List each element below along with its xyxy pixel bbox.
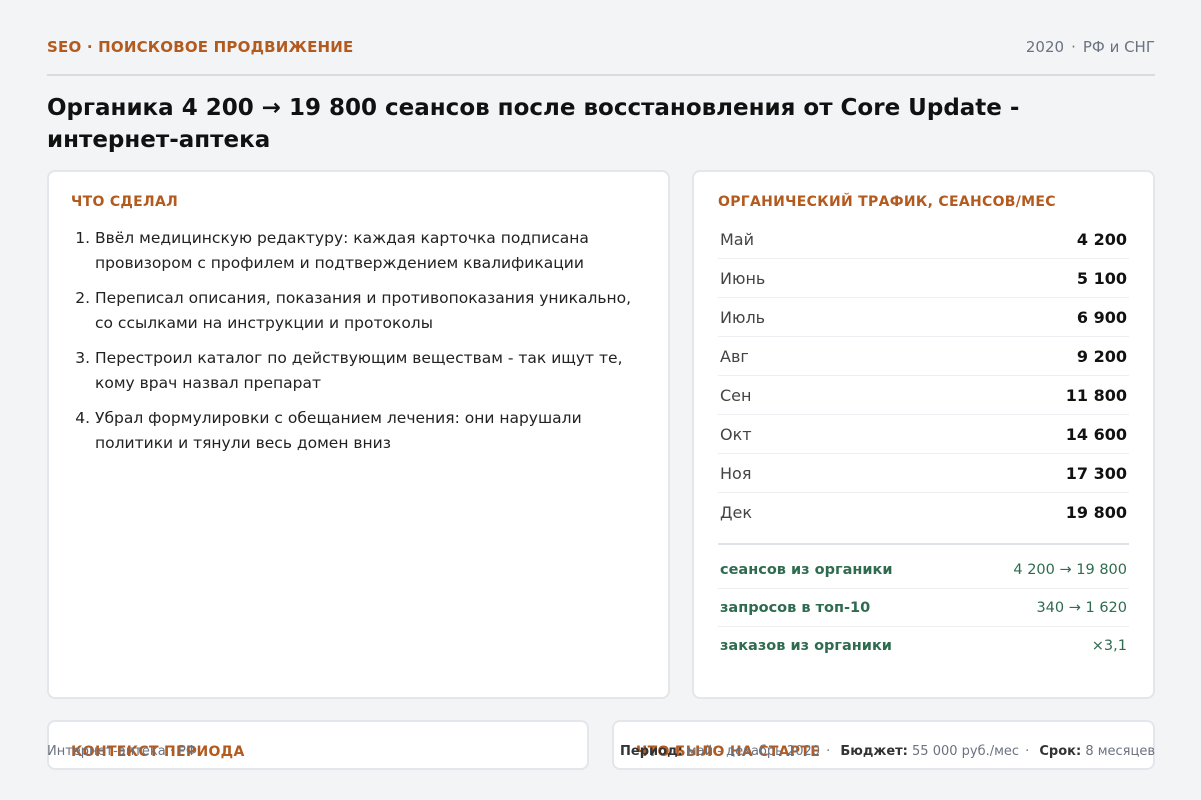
list-item: Перестроил каталог по действующим вещест… [95,346,646,396]
header-bar: SEO · ПОИСКОВОЕ ПРОДВИЖЕНИЕ 2020 · РФ и СН… [47,38,1155,56]
monthly-table: Май 4 200 Июнь 5 100 Июль 6 900 Авг 9 200 Се… [718,220,1129,531]
summary-value: 4 200 → 19 800 [1013,561,1127,578]
summary-value: ×3,1 [1091,637,1127,654]
month-label: Июнь [720,268,766,288]
month-label: Дек [720,502,753,522]
summary-row: запросов в топ-10 340 → 1 620 [718,589,1129,627]
category-kicker: SEO · ПОИСКОВОЕ ПРОДВИЖЕНИЕ [47,38,354,56]
month-label: Авг [720,346,749,366]
list-item: Переписал описания, показания и противоп… [95,286,646,336]
table-row: Сен 11 800 [718,376,1129,415]
header-meta: 2020 · РФ и СНГ [1025,38,1155,56]
list-item: Убрал формулировки с обещанием лечения: … [95,406,646,456]
actions-card: Что сделал Ввёл медицинскую редактуру: к… [47,170,670,699]
month-label: Окт [720,424,752,444]
actions-card-title: Что сделал [71,194,179,210]
summary-label: заказов из органики [720,637,892,654]
summary-row: заказов из органики ×3,1 [718,627,1129,664]
year-label: 2020 [1025,38,1065,56]
footer-meta: Период: май - декабрь 2020 · Бюджет: 55 0… [620,744,1155,759]
budget-label: Бюджет: [840,744,908,759]
month-value: 6 900 [1076,307,1127,327]
term-label: Срок: [1039,744,1082,759]
footer-client: Интернет-аптека · РФ [47,744,198,759]
table-row: Июнь 5 100 [718,259,1129,298]
header-divider [47,74,1155,76]
actions-list: Ввёл медицинскую редактуру: каждая карто… [71,226,646,456]
table-row: Ноя 17 300 [718,454,1129,493]
month-value: 17 300 [1065,463,1127,483]
footer-bar: Интернет-аптека · РФ Период: май - декаб… [47,744,1155,759]
region-label: РФ и СНГ [1082,38,1155,56]
period-value: май - декабрь 2020 [686,744,821,759]
table-row: Май 4 200 [718,220,1129,259]
term-value: 8 месяцев [1085,744,1155,759]
month-label: Ноя [720,463,752,483]
table-row: Июль 6 900 [718,298,1129,337]
month-label: Сен [720,385,752,405]
budget-value: 55 000 руб./мес [912,744,1020,759]
month-value: 5 100 [1076,268,1127,288]
table-row: Дек 19 800 [718,493,1129,531]
traffic-card: Органический трафик, сеансов/мес Май 4 20… [692,170,1155,699]
summary-label: сеансов из органики [720,561,893,578]
table-row: Авг 9 200 [718,337,1129,376]
summary-row: сеансов из органики 4 200 → 19 800 [718,551,1129,589]
month-value: 4 200 [1076,229,1127,249]
month-label: Июль [720,307,766,327]
traffic-card-title: Органический трафик, сеансов/мес [718,194,1056,210]
summary-value: 340 → 1 620 [1036,599,1127,616]
table-row: Окт 14 600 [718,415,1129,454]
summary-divider [718,543,1129,545]
summary-table: сеансов из органики 4 200 → 19 800 запрос… [718,551,1129,664]
month-value: 14 600 [1065,424,1127,444]
month-label: Май [720,229,755,249]
period-label: Период: [620,744,683,759]
list-item: Ввёл медицинскую редактуру: каждая карто… [95,226,646,276]
month-value: 19 800 [1065,502,1127,522]
summary-label: запросов в топ-10 [720,599,871,616]
month-value: 9 200 [1076,346,1127,366]
month-value: 11 800 [1065,385,1127,405]
page-title: Органика 4 200 → 19 800 сеансов после во… [47,95,1020,153]
